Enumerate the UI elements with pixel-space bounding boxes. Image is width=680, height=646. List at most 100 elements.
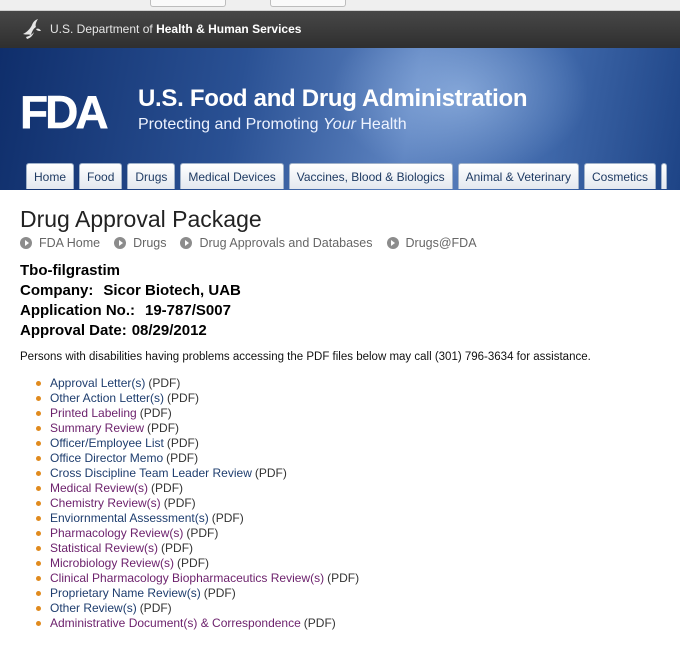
bullet-icon xyxy=(36,396,41,401)
company-value: Sicor Biotech, UAB xyxy=(103,282,241,299)
pdf-tag: (PDF) xyxy=(254,466,287,480)
document-link[interactable]: Other Review(s) xyxy=(50,601,137,616)
document-link[interactable]: Statistical Review(s) xyxy=(50,541,158,556)
pdf-tag: (PDF) xyxy=(147,421,180,435)
document-list-item: Pharmacology Review(s) (PDF) xyxy=(36,526,359,541)
document-link[interactable]: Other Action Letter(s) xyxy=(50,391,164,406)
breadcrumb-arrow-icon xyxy=(20,237,32,249)
main-nav: Home Food Drugs Medical Devices Vaccines… xyxy=(26,163,672,190)
document-list: Approval Letter(s) (PDF) Other Action Lett… xyxy=(36,376,359,631)
nav-tab-vaccines[interactable]: Vaccines, Blood & Biologics xyxy=(288,163,453,189)
nav-tab-medical-devices[interactable]: Medical Devices xyxy=(180,163,284,189)
document-list-item: Microbiology Review(s) (PDF) xyxy=(36,556,359,571)
nav-tab-drugs[interactable]: Drugs xyxy=(127,163,176,189)
pdf-tag: (PDF) xyxy=(203,586,236,600)
fda-logo-text: FDA xyxy=(20,88,107,134)
browser-tab[interactable] xyxy=(150,0,226,7)
bullet-icon xyxy=(36,411,41,416)
document-list-item: Office Director Memo (PDF) xyxy=(36,451,359,466)
breadcrumb-arrow-icon xyxy=(114,237,127,249)
bullet-icon xyxy=(36,576,41,581)
pdf-tag: (PDF) xyxy=(139,601,172,615)
document-list-item: Other Review(s) (PDF) xyxy=(36,601,359,616)
document-link[interactable]: Approval Letter(s) xyxy=(50,376,145,391)
pdf-tag: (PDF) xyxy=(166,451,199,465)
breadcrumb-item[interactable]: FDA Home xyxy=(20,236,100,250)
pdf-tag: (PDF) xyxy=(139,406,172,420)
document-link[interactable]: Administrative Document(s) & Corresponde… xyxy=(50,616,301,631)
bullet-icon xyxy=(36,561,41,566)
fda-title[interactable]: U.S. Food and Drug Administration xyxy=(138,85,528,113)
bullet-icon xyxy=(36,531,41,536)
document-link[interactable]: Medical Review(s) xyxy=(50,481,148,496)
bullet-icon xyxy=(36,501,41,506)
document-list-item: Medical Review(s) (PDF) xyxy=(36,481,359,496)
hhs-prefix: U.S. Department of xyxy=(50,22,153,36)
breadcrumb-label: Drug Approvals and Databases xyxy=(199,236,373,250)
bullet-icon xyxy=(36,471,41,476)
pdf-tag: (PDF) xyxy=(148,376,181,390)
document-link[interactable]: Office Director Memo xyxy=(50,451,163,466)
bullet-icon xyxy=(36,441,41,446)
pdf-tag: (PDF) xyxy=(177,556,210,570)
document-link[interactable]: Clinical Pharmacology Biopharmaceutics R… xyxy=(50,571,324,586)
document-list-item: Cross Discipline Team Leader Review (PDF) xyxy=(36,466,359,481)
bullet-icon xyxy=(36,516,41,521)
document-link[interactable]: Printed Labeling xyxy=(50,406,137,421)
document-link[interactable]: Microbiology Review(s) xyxy=(50,556,174,571)
document-list-item: Administrative Document(s) & Corresponde… xyxy=(36,616,359,631)
document-list-item: Clinical Pharmacology Biopharmaceutics R… xyxy=(36,571,359,586)
document-link[interactable]: Chemistry Review(s) xyxy=(50,496,161,511)
pdf-tag: (PDF) xyxy=(303,616,336,630)
bullet-icon xyxy=(36,426,41,431)
document-list-item: Proprietary Name Review(s) (PDF) xyxy=(36,586,359,601)
nav-tab-overflow[interactable] xyxy=(661,163,668,189)
document-link[interactable]: Proprietary Name Review(s) xyxy=(50,586,201,601)
breadcrumb-item[interactable]: Drug Approvals and Databases xyxy=(180,236,373,250)
nav-tab-cosmetics[interactable]: Cosmetics xyxy=(584,163,657,189)
tagline-after: Health xyxy=(355,116,407,133)
breadcrumb-item[interactable]: Drugs xyxy=(114,236,166,250)
bullet-icon xyxy=(36,486,41,491)
pdf-tag: (PDF) xyxy=(166,436,199,450)
pdf-tag: (PDF) xyxy=(327,571,360,585)
application-value: 19-787/S007 xyxy=(145,302,231,319)
breadcrumb-label: Drugs@FDA xyxy=(405,236,477,250)
hhs-link[interactable]: U.S. Department of Health & Human Servic… xyxy=(50,22,301,36)
fda-logo[interactable]: FDA xyxy=(20,88,124,134)
breadcrumb-item[interactable]: Drugs@FDA xyxy=(386,236,477,250)
browser-tab[interactable] xyxy=(270,0,346,7)
pdf-tag: (PDF) xyxy=(211,511,244,525)
document-list-item: Officer/Employee List (PDF) xyxy=(36,436,359,451)
pdf-tag: (PDF) xyxy=(151,481,184,495)
approval-date-line: Approval Date: 08/29/2012 xyxy=(20,322,207,339)
application-line: Application No.: 19-787/S007 xyxy=(20,302,231,319)
breadcrumb-arrow-icon xyxy=(180,237,193,249)
drug-name: Tbo-filgrastim xyxy=(20,262,120,279)
pdf-tag: (PDF) xyxy=(163,496,196,510)
document-list-item: Enviornmental Assessment(s) (PDF) xyxy=(36,511,359,526)
hhs-header-bar: U.S. Department of Health & Human Servic… xyxy=(0,11,680,48)
fda-tagline: Protecting and Promoting Your Health xyxy=(138,116,407,134)
document-list-item: Approval Letter(s) (PDF) xyxy=(36,376,359,391)
document-link[interactable]: Pharmacology Review(s) xyxy=(50,526,183,541)
bullet-icon xyxy=(36,456,41,461)
nav-tab-food[interactable]: Food xyxy=(79,163,123,189)
document-link[interactable]: Cross Discipline Team Leader Review xyxy=(50,466,252,481)
accessibility-notice: Persons with disabilities having problem… xyxy=(20,351,591,363)
nav-tab-animal-veterinary[interactable]: Animal & Veterinary xyxy=(457,163,580,189)
pdf-tag: (PDF) xyxy=(186,526,219,540)
document-link[interactable]: Officer/Employee List xyxy=(50,436,164,451)
browser-top-strip xyxy=(0,0,680,11)
page-title: Drug Approval Package xyxy=(20,206,262,232)
document-list-item: Other Action Letter(s) (PDF) xyxy=(36,391,359,406)
tagline-italic: Your xyxy=(323,116,356,133)
hhs-eagle-icon[interactable] xyxy=(20,17,42,41)
company-label: Company: xyxy=(20,282,94,299)
document-link[interactable]: Enviornmental Assessment(s) xyxy=(50,511,209,526)
document-link[interactable]: Summary Review xyxy=(50,421,144,436)
bullet-icon xyxy=(36,606,41,611)
bullet-icon xyxy=(36,621,41,626)
nav-tab-home[interactable]: Home xyxy=(26,163,75,189)
bullet-icon xyxy=(36,591,41,596)
